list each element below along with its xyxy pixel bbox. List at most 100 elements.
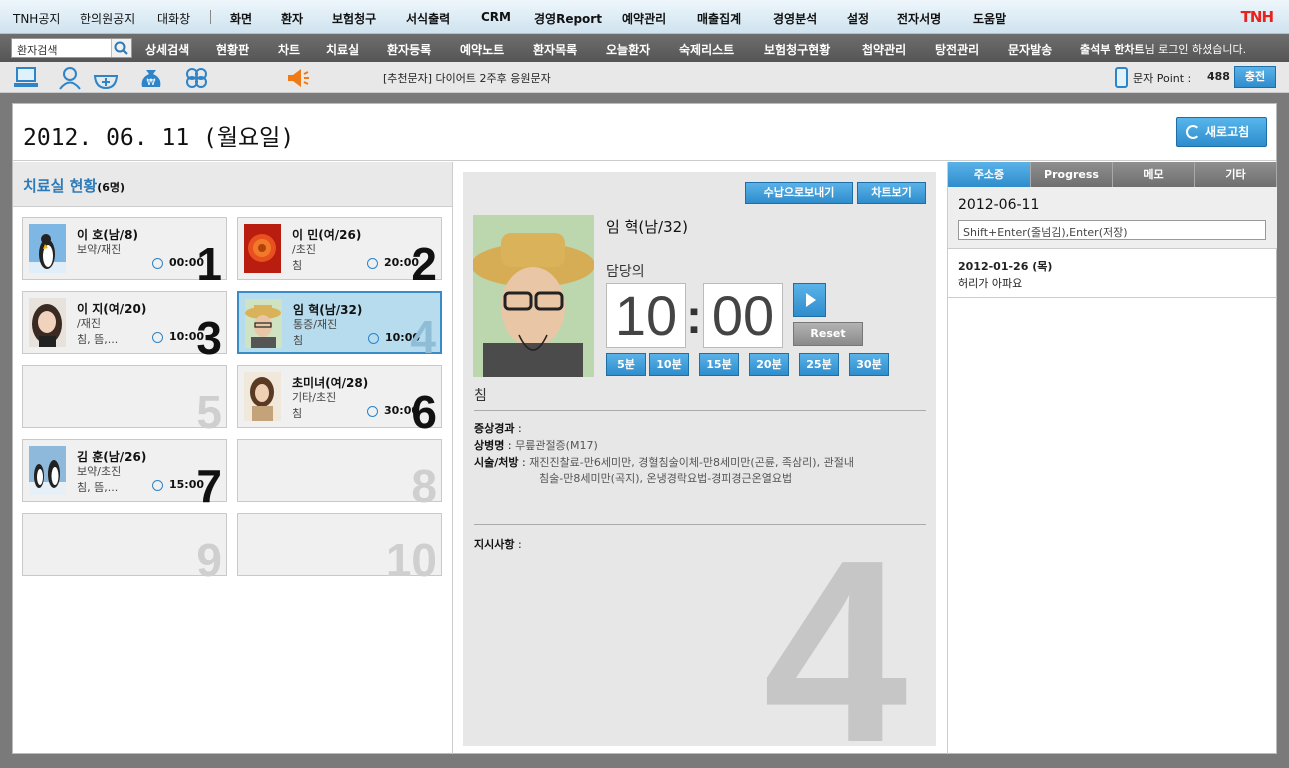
treatment-type: 침 [293,334,304,347]
treatment-room-panel: 치료실 현황(6명) 이 호(남/8) 보약/재진 00:00 1 이 민(여/… [13,162,453,754]
tab-chief-complaint[interactable]: 주소증 [948,162,1031,187]
view-chart-button[interactable]: 차트보기 [857,182,926,204]
bed-card-8[interactable]: 8 [237,439,442,509]
procedure-label: 시술/처방 : 재진진찰료-만6세미만, 경혈침술이체-만8세미만(곤륜, 족삼… [474,456,854,469]
search-icon[interactable] [111,39,131,57]
bed-number: 7 [196,460,222,512]
medicine-icon[interactable] [92,66,120,90]
patient-photo-large [473,215,594,377]
tab-etc[interactable]: 기타 [1195,162,1277,187]
tab-memo[interactable]: 메모 [1113,162,1195,187]
menu-clinic-notice[interactable]: 한의원공지 [80,10,135,27]
computer-icon[interactable] [13,66,41,90]
timer-25min-button[interactable]: 25분 [799,353,839,376]
menu-divider [210,10,211,24]
patient-category: 통증/재진 [293,318,338,331]
menu-chat[interactable]: 대화창 [157,10,190,27]
submenu-patient-list[interactable]: 환자목록 [533,41,577,58]
bed-card-9[interactable]: 9 [22,513,227,583]
patient-count: (6명) [97,181,126,194]
bed-card-2[interactable]: 이 민(여/26) /초진 침 20:00 2 [237,217,442,287]
note-input[interactable]: Shift+Enter(줄넘김),Enter(저장) [958,220,1266,240]
menu-analysis[interactable]: 경영분석 [773,10,817,27]
menu-settings[interactable]: 설정 [847,10,869,27]
submenu-claim-status[interactable]: 보험청구현황 [764,41,830,58]
menu-management-report[interactable]: 경영Report [534,10,602,27]
menu-e-signature[interactable]: 전자서명 [897,10,941,27]
submenu-chart[interactable]: 차트 [278,41,300,58]
submenu-patient-register[interactable]: 환자등록 [387,41,431,58]
note-entry-date: 2012-06-11 [958,197,1040,213]
submenu-homework-list[interactable]: 숙제리스트 [679,41,734,58]
main-panel: 2012. 06. 11 (월요일) 새로고침 치료실 현황(6명) 이 호(남… [12,103,1277,768]
alarm-clock-icon [367,406,378,417]
toolbar: ₩ [추천문자] 다이어트 2주후 응원문자 문자 Point : 488 [0,62,1289,93]
tab-progress[interactable]: Progress [1031,162,1113,187]
submenu-status-board[interactable]: 현황판 [216,41,249,58]
submenu-today-patient[interactable]: 오늘환자 [606,41,650,58]
search-placeholder: 환자검색 [17,44,58,57]
patient-photo [29,446,66,495]
note-item[interactable]: 2012-01-26 (목) 허리가 아파요 [948,250,1277,298]
bed-card-3[interactable]: 이 지(여/20) /재진 침, 뜸,... 10:00 3 [22,291,227,361]
treatment-type: 침 [292,259,303,272]
bed-card-4[interactable]: 임 혁(남/32) 통증/재진 침 10:00 4 [237,291,442,360]
submenu-treatment-room[interactable]: 치료실 [326,41,359,58]
bed-card-6[interactable]: 초미녀(여/28) 기타/초진 침 30:00 6 [237,365,442,435]
menu-patient[interactable]: 환자 [281,10,303,27]
timer-20min-button[interactable]: 20분 [749,353,789,376]
recommended-sms-notice[interactable]: [추천문자] 다이어트 2주후 응원문자 [383,70,551,86]
timer-seconds: 00 [703,283,783,348]
bed-number: 9 [196,534,222,586]
menu-tnh-notice[interactable]: TNH공지 [13,10,60,27]
timer-5min-button[interactable]: 5분 [606,353,646,376]
menu-reservation[interactable]: 예약관리 [622,10,666,27]
bed-card-1[interactable]: 이 호(남/8) 보약/재진 00:00 1 [22,217,227,287]
charge-button[interactable]: 충전 [1234,66,1276,88]
send-to-payment-button[interactable]: 수납으로보내기 [745,182,853,204]
doctor-icon[interactable] [57,66,85,90]
phone-icon [1115,67,1128,88]
timer-30min-button[interactable]: 30분 [849,353,889,376]
menu-insurance-claim[interactable]: 보험청구 [332,10,376,27]
menu-help[interactable]: 도움말 [973,10,1006,27]
play-icon[interactable] [793,283,826,317]
divider [474,410,926,411]
submenu-decoction-management[interactable]: 탕전관리 [935,41,979,58]
top-menu-bar: TNH공지 한의원공지 대화창 화면 환자 보험청구 서식출력 CRM 경영Re… [0,0,1289,34]
alarm-clock-icon [152,258,163,269]
submenu-reservation-note[interactable]: 예약노트 [460,41,504,58]
bed-number-large: 4 [763,507,908,768]
refresh-button[interactable]: 새로고침 [1176,117,1267,147]
patient-search-input[interactable]: 환자검색 [11,38,132,58]
timer-reset-button[interactable]: Reset [793,322,863,346]
bed-card-7[interactable]: 김 훈(남/26) 보약/초진 침, 뜸,... 15:00 7 [22,439,227,509]
submenu-herb-management[interactable]: 첩약관리 [862,41,906,58]
money-bag-icon[interactable]: ₩ [137,66,165,90]
current-date: 2012. 06. 11 (월요일) [23,125,295,151]
submenu-detail-search[interactable]: 상세검색 [145,41,189,58]
menu-screen[interactable]: 화면 [230,10,252,27]
date-header: 2012. 06. 11 (월요일) 새로고침 [13,104,1276,161]
timer-15min-button[interactable]: 15분 [699,353,739,376]
menu-crm[interactable]: CRM [481,10,511,24]
alarm-clock-icon [152,480,163,491]
refresh-label: 새로고침 [1205,125,1250,139]
procedure-line2: 침술-만8세미만(곡지), 온냉경락요법-경피경근온열요법 [539,472,793,485]
patient-photo [245,299,282,348]
patient-detail-panel: 수납으로보내기 차트보기 임 혁(남/32) 담당의 10 : 00 Reset… [463,172,936,768]
megaphone-icon [285,66,313,90]
clover-icon[interactable] [183,66,211,90]
bed-card-5[interactable]: 5 [22,365,227,435]
menu-sales[interactable]: 매출집계 [697,10,741,27]
submenu-send-sms[interactable]: 문자발송 [1008,41,1052,58]
bed-number: 10 [385,534,437,586]
alarm-clock-icon [367,258,378,269]
bed-card-10[interactable]: 10 [237,513,442,583]
refresh-icon [1186,125,1200,139]
menu-form-print[interactable]: 서식출력 [406,10,450,27]
patient-category: /초진 [292,243,316,256]
timer-10min-button[interactable]: 10분 [649,353,689,376]
patient-category: 보약/재진 [77,243,122,256]
bed-number: 2 [411,238,437,290]
